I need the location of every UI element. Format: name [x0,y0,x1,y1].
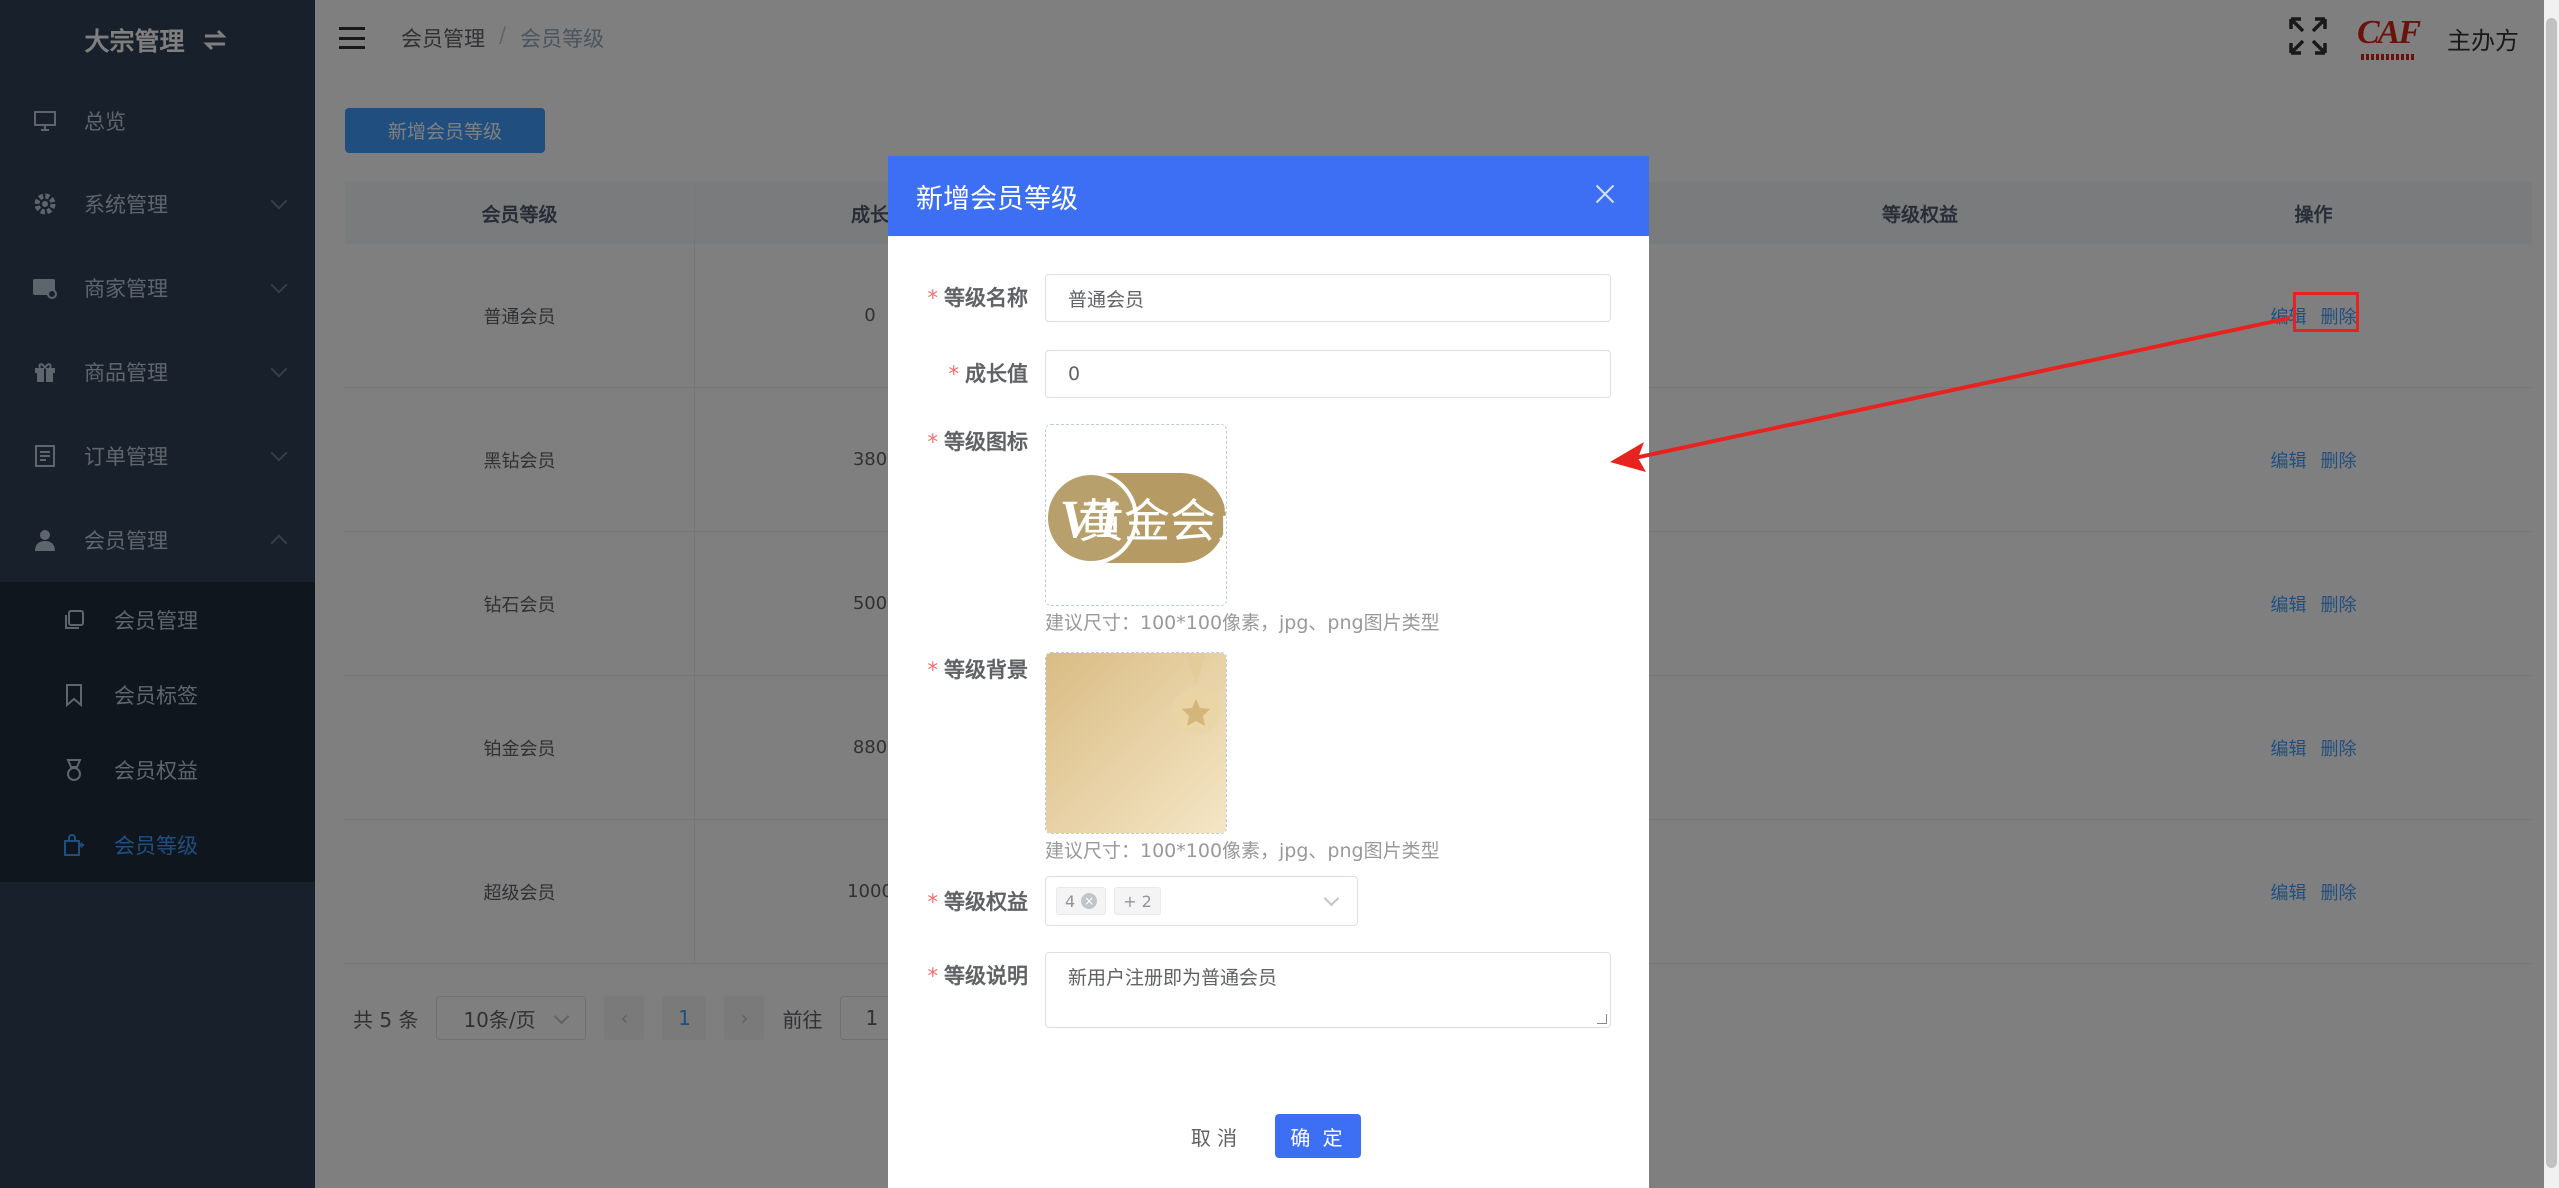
svg-text:黄金会员: 黄金会员 [1078,494,1227,548]
textarea-value: 新用户注册即为普通会员 [1068,967,1278,989]
dialog-title: 新增会员等级 [916,183,1078,215]
background-size-hint: 建议尺寸：100*100像素，jpg、png图片类型 [1045,840,1440,862]
rights-tag: 4 × [1056,887,1107,915]
growth-value-input[interactable]: 0 [1045,350,1611,398]
form-label: * 等级名称 [927,286,1029,310]
page-scrollbar[interactable] [2544,0,2559,1188]
tag-close-icon[interactable]: × [1081,893,1098,909]
scrollbar-thumb[interactable] [2546,18,2557,1168]
form-label: * 等级图标 [927,430,1029,454]
icon-upload[interactable]: V1 黄金会员 [1045,424,1227,606]
cancel-button[interactable]: 取 消 [1174,1114,1254,1158]
rights-more-tag: + 2 [1114,887,1161,915]
form-label: * 等级说明 [927,964,1029,988]
annotation-highlight-box [2293,292,2359,332]
background-upload[interactable] [1045,652,1227,834]
gold-background-image [1046,653,1226,833]
level-name-input[interactable]: 普通会员 [1045,274,1611,322]
form-label: * 等级权益 [927,890,1029,914]
form-label: * 等级背景 [927,658,1029,682]
icon-size-hint: 建议尺寸：100*100像素，jpg、png图片类型 [1045,612,1440,634]
close-icon[interactable] [1593,182,1617,206]
rights-select[interactable]: 4 × + 2 [1045,876,1358,926]
gold-member-badge-image: V1 黄金会员 [1046,425,1227,605]
confirm-button[interactable]: 确 定 [1275,1114,1361,1158]
resize-handle-icon[interactable] [1597,1014,1607,1024]
dialog-header: 新增会员等级 [888,156,1649,236]
chevron-down-icon [1323,890,1340,907]
level-description-textarea[interactable]: 新用户注册即为普通会员 [1045,952,1611,1028]
form-label: * 成长值 [948,362,1029,386]
add-level-dialog: 新增会员等级 *等级名称 普通会员 *成长值 0 *等级图标 V1 黄金会员 建… [888,156,1649,1188]
